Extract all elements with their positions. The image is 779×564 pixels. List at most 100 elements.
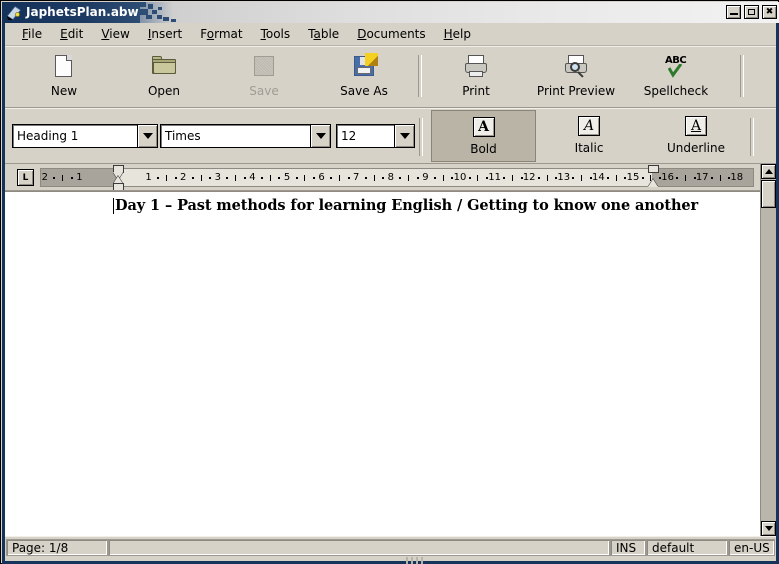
- italic-button[interactable]: A Italic: [548, 110, 630, 162]
- close-button[interactable]: ✖: [762, 5, 777, 19]
- toolbar-button-save-as[interactable]: Save As: [331, 50, 397, 104]
- ruler-quarter-dot: [555, 177, 557, 179]
- toolbar-separator: [418, 55, 422, 97]
- ruler-number: 10: [454, 171, 467, 184]
- pencil-overlay-icon: [365, 53, 378, 66]
- menu-item-format[interactable]: Format: [191, 24, 251, 44]
- ruler-scale[interactable]: 21123456789101112131415161718: [40, 168, 754, 187]
- menu-mnemonic: E: [60, 27, 68, 41]
- toolbar-button-spellcheck[interactable]: ABC Spellcheck: [635, 50, 717, 104]
- ruler-quarter-dot: [642, 177, 644, 179]
- right-indent-marker[interactable]: [648, 165, 659, 191]
- document-heading-text[interactable]: Day 1 – Past methods for learning Englis…: [115, 197, 698, 214]
- toolbar-button-label: Print: [462, 84, 490, 98]
- toolbar-separator: [740, 55, 744, 97]
- ruler-quarter-dot: [469, 177, 471, 179]
- document-page[interactable]: Day 1 – Past methods for learning Englis…: [5, 192, 760, 536]
- tab-stop-selector[interactable]: L: [17, 169, 34, 186]
- ruler-quarter-dot: [261, 177, 263, 179]
- minimize-button[interactable]: [726, 5, 741, 19]
- maximize-icon: [748, 9, 755, 15]
- menu-mnemonic: H: [444, 27, 453, 41]
- title-dissolve-pixel: [152, 10, 157, 14]
- title-dissolve-pixel: [163, 17, 169, 21]
- ruler-number: 1: [145, 171, 151, 184]
- status-current-style: default: [646, 539, 728, 556]
- maximize-button[interactable]: [744, 5, 759, 19]
- left-indent-marker[interactable]: [113, 165, 124, 191]
- toolbar-button-print-preview[interactable]: Print Preview: [521, 50, 631, 104]
- toolbar-button-label: Open: [148, 84, 180, 98]
- toolbar-button-open[interactable]: Open: [131, 50, 197, 104]
- menu-item-table[interactable]: Table: [299, 24, 348, 44]
- ruler-half-tick: [720, 175, 721, 181]
- menu-item-file[interactable]: File: [13, 24, 51, 44]
- font-size-value[interactable]: 12: [336, 124, 394, 148]
- menu-item-tools[interactable]: Tools: [252, 24, 300, 44]
- ruler-quarter-dot: [53, 177, 55, 179]
- paragraph-style-dropdown-arrow[interactable]: [137, 124, 158, 148]
- ruler-half-tick: [616, 175, 617, 181]
- ruler-half-tick: [201, 175, 202, 181]
- status-insert-mode[interactable]: INS: [610, 539, 646, 556]
- vertical-scrollbar[interactable]: [760, 164, 776, 536]
- status-page-indicator: Page: 1/8: [6, 539, 108, 556]
- document-view[interactable]: Day 1 – Past methods for learning Englis…: [5, 191, 760, 536]
- ruler-number: 7: [353, 171, 359, 184]
- standard-toolbar: New Open Save Save As: [5, 46, 776, 108]
- ruler-quarter-dot: [694, 177, 696, 179]
- title-bar: JaphetsPlan.abw ✖: [2, 2, 779, 23]
- paragraph-style-combobox[interactable]: Heading 1: [12, 124, 158, 148]
- paragraph-style-value[interactable]: Heading 1: [12, 124, 137, 148]
- status-language[interactable]: en-US: [728, 539, 775, 556]
- ruler-number: 12: [523, 171, 536, 184]
- underline-icon: A: [685, 116, 707, 136]
- toolbar-button-new[interactable]: New: [31, 50, 97, 104]
- font-size-combobox[interactable]: 12: [336, 124, 415, 148]
- ruler-half-tick: [512, 175, 513, 181]
- font-family-value[interactable]: Times: [160, 124, 310, 148]
- chevron-down-icon: [316, 133, 326, 139]
- ruler-half-tick: [685, 175, 686, 181]
- window-resize-grip[interactable]: [406, 557, 428, 564]
- toolbar-separator: [419, 118, 423, 156]
- abiword-app-icon[interactable]: [6, 5, 22, 21]
- chevron-down-icon: [143, 133, 153, 139]
- underline-button-label: Underline: [667, 141, 725, 155]
- ruler-number: 2: [42, 171, 48, 184]
- ruler-number: 9: [422, 171, 428, 184]
- toolbar-button-label: New: [51, 84, 77, 98]
- new-document-icon: [51, 54, 77, 80]
- menu-item-insert[interactable]: Insert: [139, 24, 191, 44]
- font-family-dropdown-arrow[interactable]: [310, 124, 331, 148]
- ruler-quarter-dot: [676, 177, 678, 179]
- ruler-quarter-dot: [226, 177, 228, 179]
- tab-stop-glyph: L: [23, 173, 29, 183]
- italic-glyph: A: [584, 119, 594, 133]
- scroll-down-button[interactable]: [761, 521, 776, 536]
- menu-item-help[interactable]: Help: [435, 24, 480, 44]
- save-as-icon: [351, 54, 377, 80]
- ruler-number: 8: [388, 171, 394, 184]
- ruler-number: 1: [76, 171, 82, 184]
- ruler-quarter-dot: [157, 177, 159, 179]
- menu-mnemonic: o: [207, 27, 214, 41]
- font-size-dropdown-arrow[interactable]: [394, 124, 415, 148]
- menu-item-view[interactable]: View: [92, 24, 138, 44]
- toolbar-button-print[interactable]: Print: [443, 50, 509, 104]
- menu-rest: nsert: [151, 27, 182, 41]
- bold-button[interactable]: A Bold: [431, 110, 536, 162]
- scroll-up-button[interactable]: [761, 164, 776, 179]
- ruler-half-tick: [166, 175, 167, 181]
- font-family-combobox[interactable]: Times: [160, 124, 331, 148]
- menu-item-edit[interactable]: Edit: [51, 24, 92, 44]
- scrollbar-thumb[interactable]: [761, 180, 776, 208]
- ruler-quarter-dot: [590, 177, 592, 179]
- toolbar-button-save[interactable]: Save: [231, 50, 297, 104]
- underline-button[interactable]: A Underline: [650, 110, 742, 162]
- ruler-half-tick: [547, 175, 548, 181]
- ruler-quarter-dot: [244, 177, 246, 179]
- menu-item-documents[interactable]: Documents: [348, 24, 434, 44]
- ruler-quarter-dot: [365, 177, 367, 179]
- ruler-half-tick: [408, 175, 409, 181]
